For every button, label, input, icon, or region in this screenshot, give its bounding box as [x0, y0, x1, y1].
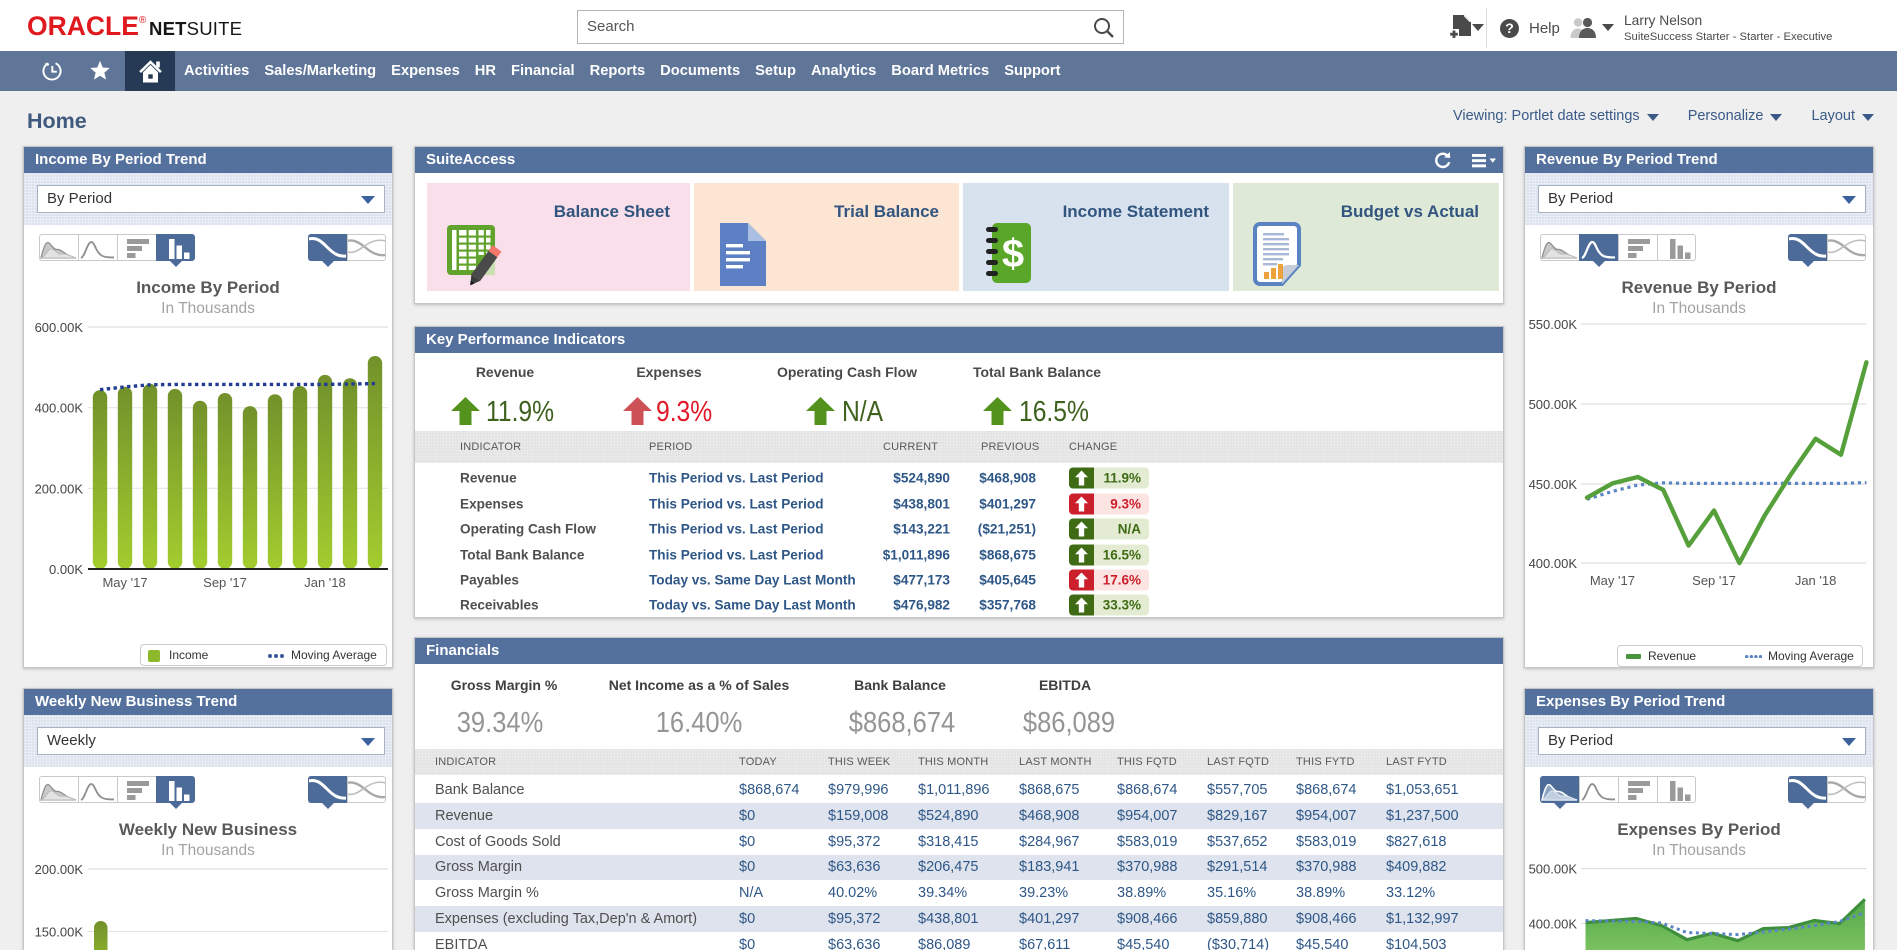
- svg-text:150.00K: 150.00K: [35, 925, 84, 940]
- svg-text:500.00K: 500.00K: [1529, 862, 1578, 877]
- svg-text:Sep '17: Sep '17: [1692, 573, 1736, 588]
- svg-text:Jan '18: Jan '18: [304, 575, 346, 590]
- svg-text:200.00K: 200.00K: [35, 481, 84, 496]
- svg-text:0.00K: 0.00K: [49, 562, 83, 577]
- svg-text:500.00K: 500.00K: [1529, 397, 1578, 412]
- svg-text:550.00K: 550.00K: [1529, 317, 1578, 332]
- svg-text:Jan '18: Jan '18: [1795, 573, 1837, 588]
- svg-text:450.00K: 450.00K: [1529, 477, 1578, 492]
- svg-text:$: $: [1002, 232, 1024, 276]
- svg-text:May '17: May '17: [102, 575, 147, 590]
- svg-text:Sep '17: Sep '17: [203, 575, 247, 590]
- svg-text:200.00K: 200.00K: [35, 862, 84, 877]
- svg-text:400.00K: 400.00K: [1529, 556, 1578, 571]
- svg-text:600.00K: 600.00K: [35, 320, 84, 335]
- svg-text:May '17: May '17: [1590, 573, 1635, 588]
- svg-text:400.00K: 400.00K: [1529, 917, 1578, 932]
- svg-text:400.00K: 400.00K: [35, 401, 84, 416]
